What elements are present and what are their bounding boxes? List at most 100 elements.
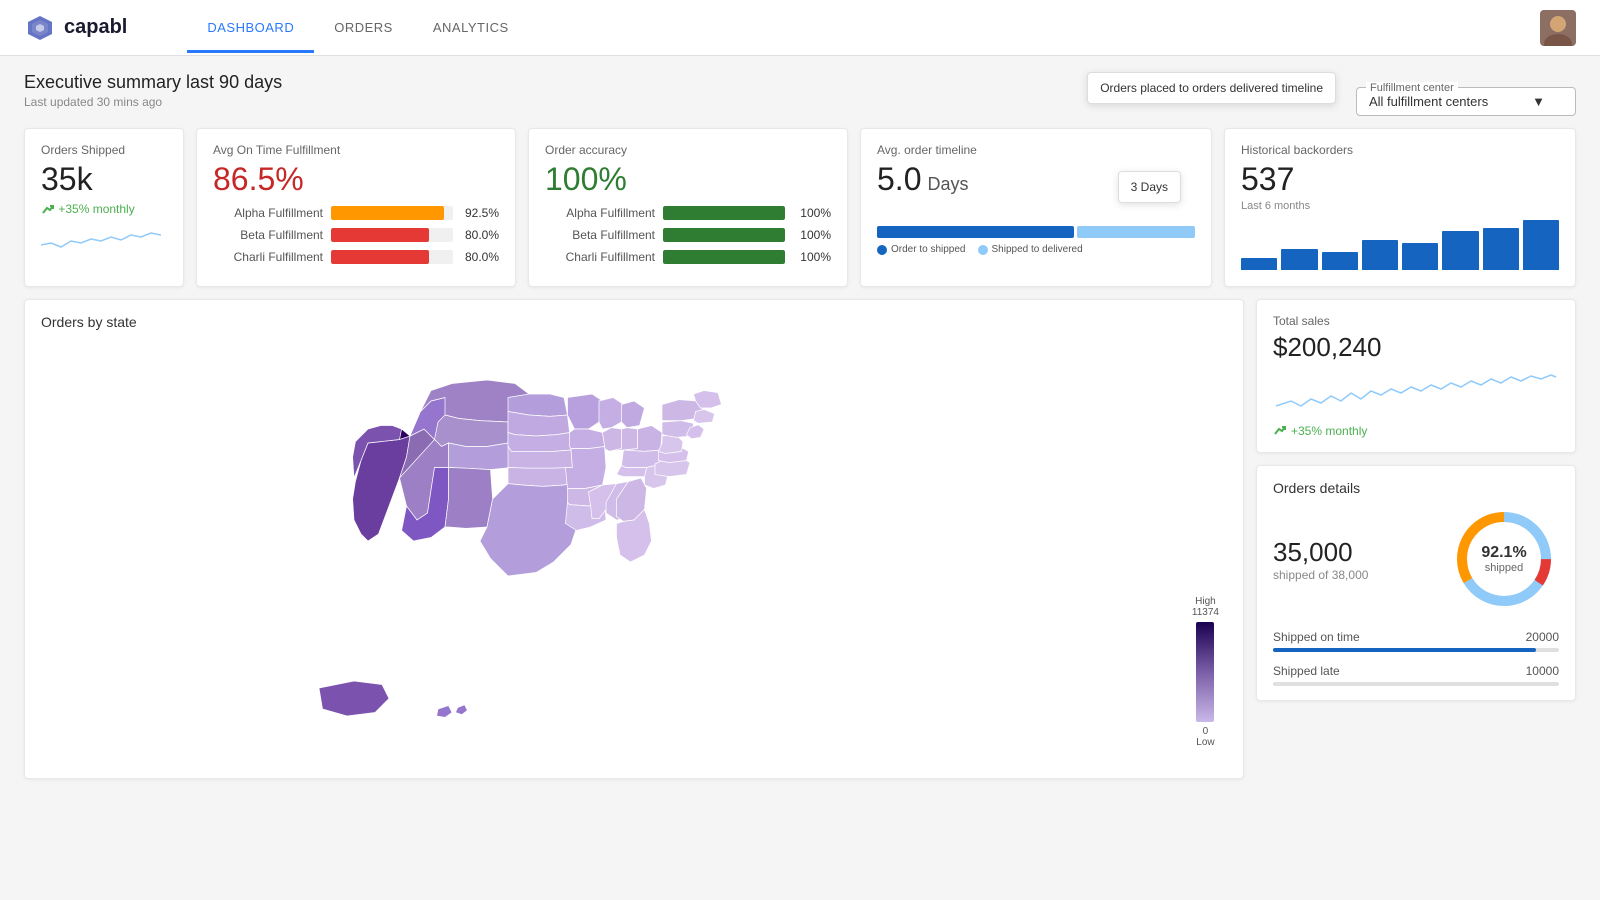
- historical-backorders-card: Historical backorders 537 Last 6 months: [1224, 128, 1576, 287]
- nav-dashboard[interactable]: DASHBOARD: [187, 2, 314, 53]
- mini-bar-3: [1322, 252, 1358, 270]
- trend-up-icon: [41, 203, 55, 217]
- sales-sparkline: [1273, 371, 1559, 421]
- nav-analytics[interactable]: ANALYTICS: [413, 2, 529, 53]
- alpha-label: Alpha Fulfillment: [213, 206, 323, 220]
- sparkline: [41, 225, 167, 256]
- shipped-late-row: Shipped late 10000: [1273, 664, 1559, 678]
- bottom-row: Orders by state: [24, 299, 1576, 779]
- shipped-on-time-bar: [1273, 648, 1536, 652]
- main-nav: DASHBOARD ORDERS ANALYTICS: [187, 2, 1540, 53]
- nav-orders[interactable]: ORDERS: [314, 2, 413, 53]
- map-legend: High 11374 0 Low: [1192, 596, 1219, 748]
- acc-charli-row: Charli Fulfillment 100%: [545, 250, 831, 264]
- summary-header: Executive summary last 90 days Last upda…: [24, 72, 1576, 116]
- alpha-row: Alpha Fulfillment 92.5%: [213, 206, 499, 220]
- mini-bar-1: [1241, 258, 1277, 270]
- header: capabl DASHBOARD ORDERS ANALYTICS: [0, 0, 1600, 56]
- mini-bar-2: [1281, 249, 1317, 270]
- header-right: [1540, 10, 1576, 46]
- legend-low-value: 0: [1203, 726, 1209, 737]
- legend-gradient: [1196, 622, 1214, 722]
- order-accuracy-bars: Alpha Fulfillment 100% Beta Fulfillment …: [545, 206, 831, 264]
- timeline-bars: [877, 226, 1195, 238]
- timeline-tooltip: Orders placed to orders delivered timeli…: [1087, 72, 1336, 104]
- days-tooltip: 3 Days: [1118, 171, 1181, 203]
- historical-backorders-label: Historical backorders: [1241, 143, 1559, 157]
- order-accuracy-card: Order accuracy 100% Alpha Fulfillment 10…: [528, 128, 848, 287]
- avg-on-time-bars: Alpha Fulfillment 92.5% Beta Fulfillment…: [213, 206, 499, 264]
- mini-bar-4: [1362, 240, 1398, 270]
- map-title: Orders by state: [41, 314, 1227, 330]
- shipped-on-time-label: Shipped on time: [1273, 630, 1360, 644]
- charli-track: [331, 250, 453, 264]
- summary-text: Executive summary last 90 days Last upda…: [24, 72, 282, 109]
- order-accuracy-label: Order accuracy: [545, 143, 831, 157]
- acc-alpha-pct: 100%: [793, 206, 831, 220]
- logo-icon: [24, 12, 56, 44]
- total-sales-value: $200,240: [1273, 332, 1559, 363]
- acc-alpha-row: Alpha Fulfillment 100%: [545, 206, 831, 220]
- donut-sub: shipped: [1481, 562, 1526, 574]
- map-card: Orders by state: [24, 299, 1244, 779]
- avg-timeline-label: Avg. order timeline: [877, 143, 1195, 157]
- acc-charli-bar: [663, 250, 785, 264]
- donut-chart: 92.1% shipped: [1449, 504, 1559, 614]
- beta-label: Beta Fulfillment: [213, 228, 323, 242]
- shipped-on-time-track: [1273, 648, 1559, 652]
- legend-high-label: High: [1195, 596, 1216, 607]
- beta-bar: [331, 228, 429, 242]
- logo: capabl: [24, 12, 127, 44]
- shipped-late-bar: [1273, 682, 1347, 686]
- legend-high-value: 11374: [1192, 607, 1219, 618]
- chevron-down-icon: ▼: [1532, 94, 1545, 109]
- donut-pct: 92.1%: [1481, 544, 1526, 562]
- main-content: Executive summary last 90 days Last upda…: [0, 56, 1600, 795]
- order-to-shipped-bar: [877, 226, 1074, 238]
- beta-pct: 80.0%: [461, 228, 499, 242]
- kpi-row: Orders Shipped 35k +35% monthly Avg On T…: [24, 128, 1576, 287]
- us-map-svg: [41, 338, 1227, 758]
- shipped-on-time-value: 20000: [1526, 630, 1559, 644]
- acc-charli-track: [663, 250, 785, 264]
- acc-beta-label: Beta Fulfillment: [545, 228, 655, 242]
- orders-shipped-of: shipped of 38,000: [1273, 568, 1433, 582]
- acc-charli-pct: 100%: [793, 250, 831, 264]
- total-sales-card: Total sales $200,240 +35% monthly: [1256, 299, 1576, 453]
- sales-trend-icon: [1273, 424, 1287, 438]
- avatar[interactable]: [1540, 10, 1576, 46]
- avg-on-time-label: Avg On Time Fulfillment: [213, 143, 499, 157]
- shipped-late-section: Shipped late 10000: [1273, 664, 1559, 686]
- acc-beta-row: Beta Fulfillment 100%: [545, 228, 831, 242]
- shipped-late-label: Shipped late: [1273, 664, 1340, 678]
- orders-numbers: 35,000 shipped of 38,000: [1273, 537, 1433, 582]
- orders-shipped-card: Orders Shipped 35k +35% monthly: [24, 128, 184, 287]
- legend-low-label: Low: [1196, 737, 1214, 748]
- mini-bar-6: [1442, 231, 1478, 270]
- alpha-bar: [331, 206, 444, 220]
- fc-label: Fulfillment center: [1366, 82, 1458, 94]
- sales-line-chart: [1273, 371, 1559, 424]
- days-tooltip-text: 3 Days: [1131, 180, 1168, 194]
- fulfillment-center-wrapper: Fulfillment center All fulfillment cente…: [1356, 72, 1576, 116]
- orders-shipped-label: Orders Shipped: [41, 143, 167, 157]
- order-accuracy-value: 100%: [545, 161, 831, 198]
- shipped-late-value: 10000: [1526, 664, 1559, 678]
- shipped-late-track: [1273, 682, 1559, 686]
- right-panel: Total sales $200,240 +35% monthly: [1256, 299, 1576, 779]
- charli-row: Charli Fulfillment 80.0%: [213, 250, 499, 264]
- orders-shipped-count: 35,000: [1273, 537, 1433, 568]
- acc-beta-pct: 100%: [793, 228, 831, 242]
- beta-track: [331, 228, 453, 242]
- mini-bar-8: [1523, 220, 1559, 270]
- charli-bar: [331, 250, 429, 264]
- acc-alpha-label: Alpha Fulfillment: [545, 206, 655, 220]
- logo-text: capabl: [64, 16, 127, 39]
- avg-on-time-value: 86.5%: [213, 161, 499, 198]
- total-sales-change: +35% monthly: [1273, 424, 1559, 438]
- beta-row: Beta Fulfillment 80.0%: [213, 228, 499, 242]
- summary-subtitle: Last updated 30 mins ago: [24, 95, 282, 109]
- mini-bar-5: [1402, 243, 1438, 270]
- orders-shipped-change: +35% monthly: [41, 202, 167, 217]
- backorders-mini-chart: [1241, 220, 1559, 270]
